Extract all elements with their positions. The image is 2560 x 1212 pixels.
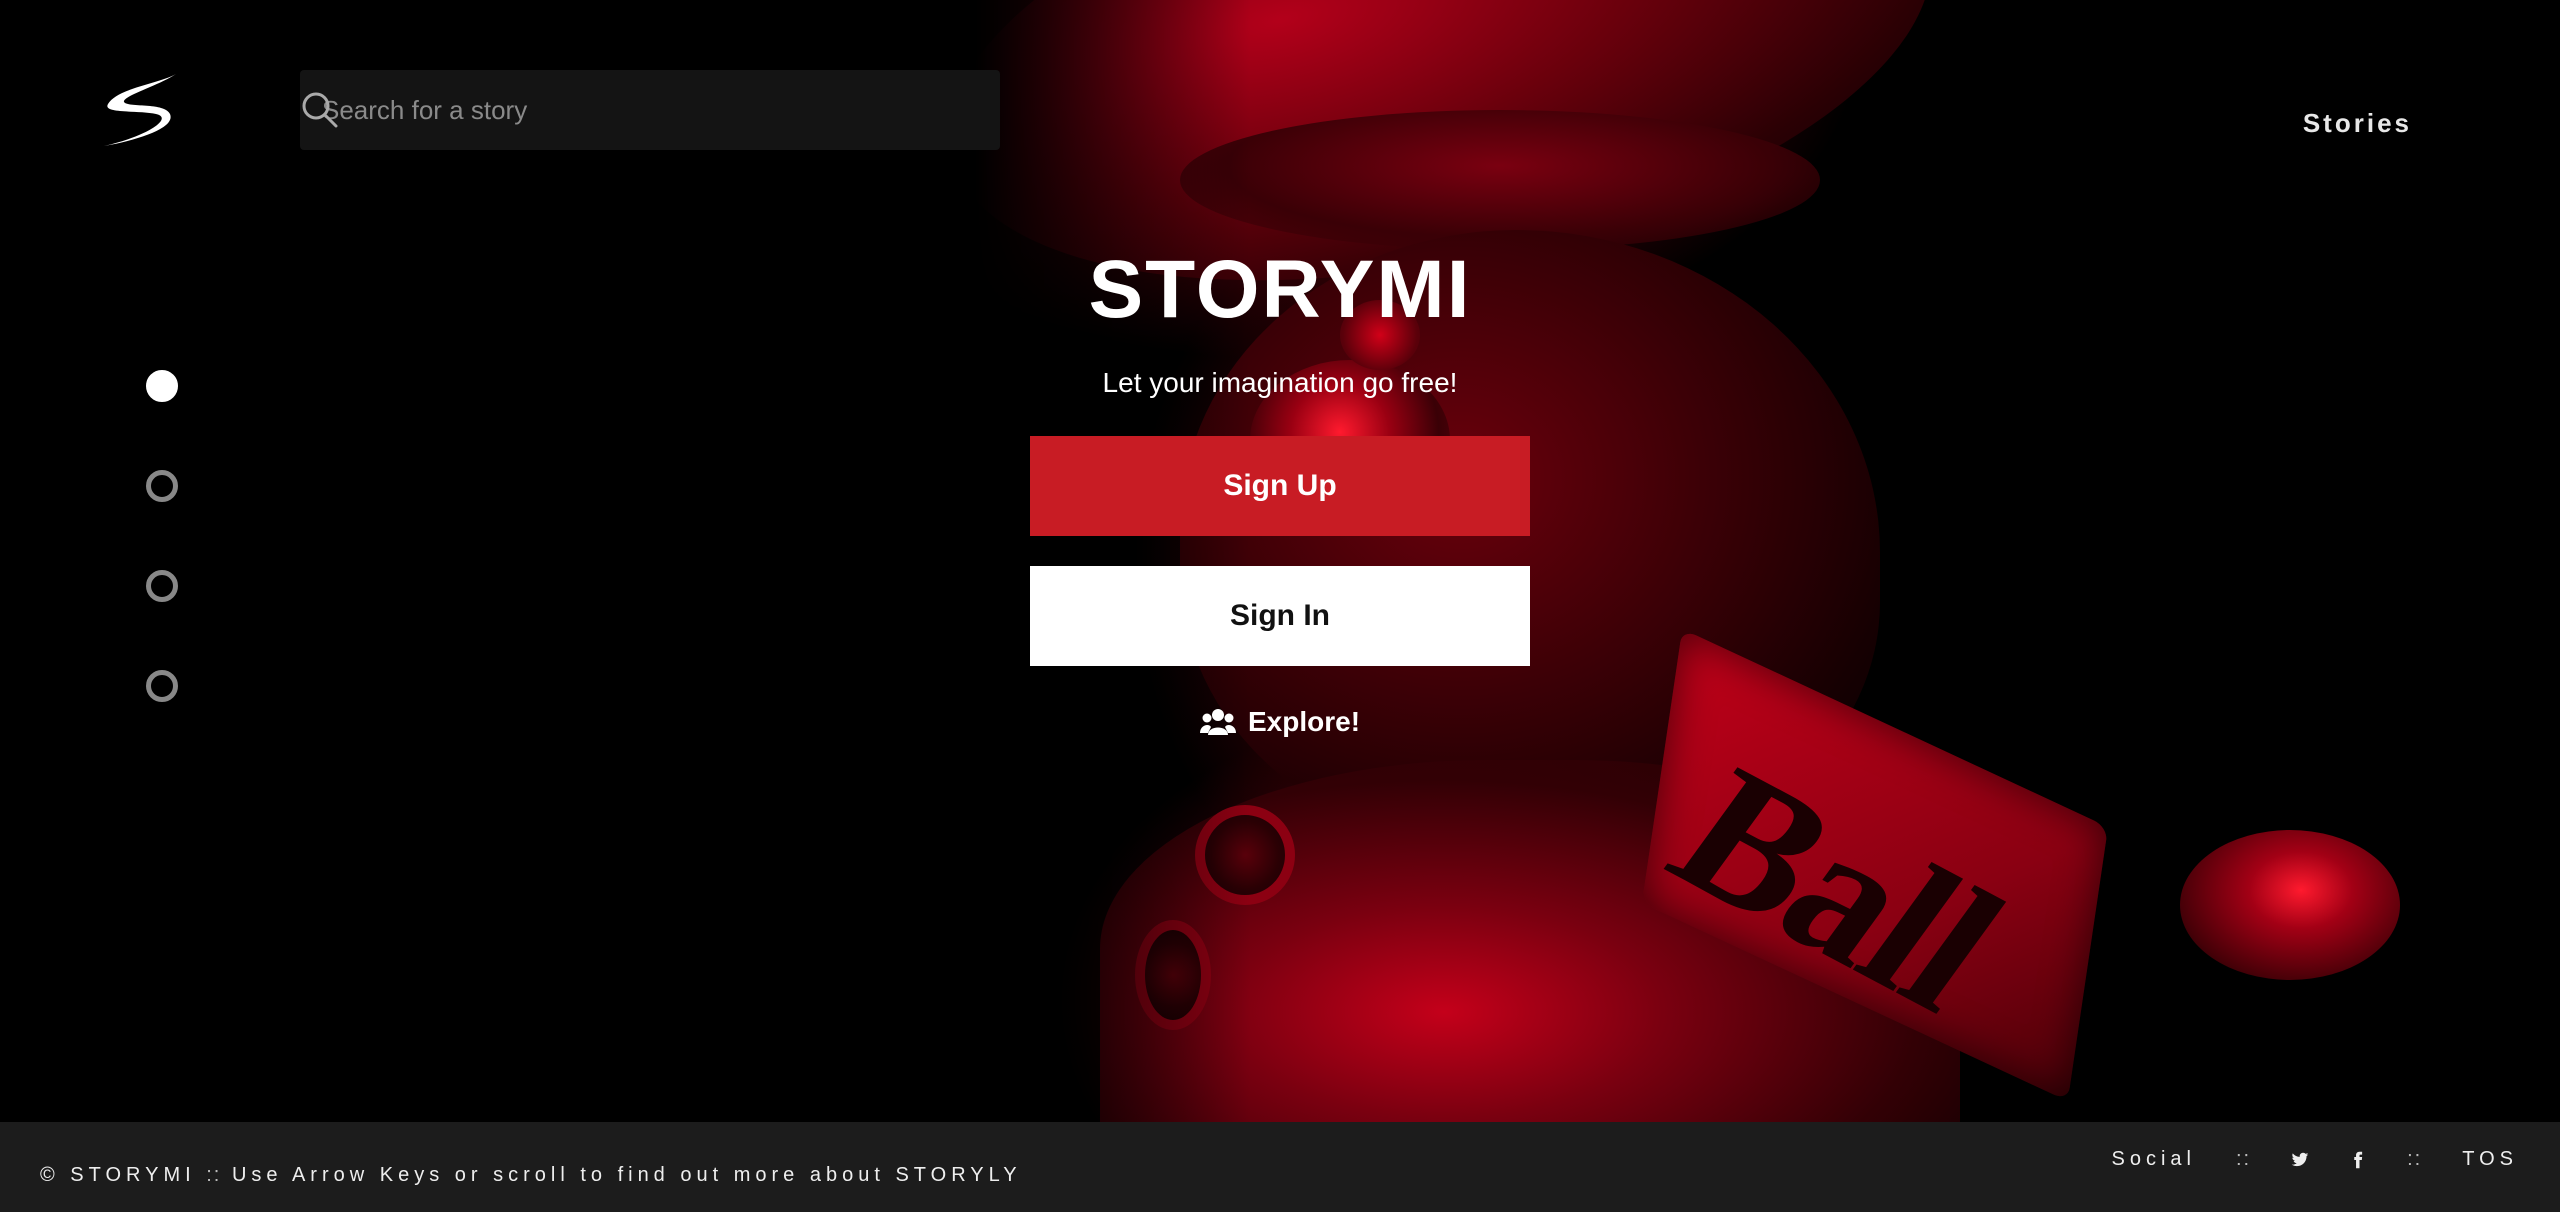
footer-separator: :: xyxy=(206,1164,222,1186)
explore-link[interactable]: Explore! xyxy=(1199,706,1361,738)
footer-copyright: © STORYMI xyxy=(40,1164,196,1186)
pager-dot-2[interactable] xyxy=(146,470,178,502)
footer-hint: Use Arrow Keys or scroll to find out mor… xyxy=(231,1164,1022,1186)
search-icon[interactable] xyxy=(300,90,340,130)
storymi-logo[interactable] xyxy=(98,70,182,150)
footer-separator: :: xyxy=(2235,1148,2252,1170)
pager-dot-1[interactable] xyxy=(146,370,178,402)
footer-social-label: Social xyxy=(2111,1148,2196,1170)
footer-separator: :: xyxy=(2407,1148,2423,1170)
figure-knob xyxy=(2180,830,2400,980)
figure-hat-brim xyxy=(1180,110,1820,250)
tagline: Let your imagination go free! xyxy=(1102,367,1458,398)
nav-stories-link[interactable]: Stories xyxy=(2303,108,2412,139)
pager-dot-4[interactable] xyxy=(146,670,178,702)
hero-content: STORYMI Let your imagination go free! Si… xyxy=(1030,240,1530,742)
sign-up-button[interactable]: Sign Up xyxy=(1030,436,1530,536)
tos-link[interactable]: TOS xyxy=(2462,1148,2518,1171)
footer-links: Social :: :: TOS xyxy=(2112,1148,2519,1171)
page: Ball Stories STORYMI Let your imaginatio… xyxy=(0,0,2560,1212)
footer: © STORYMI :: Use Arrow Keys or scroll to… xyxy=(0,1122,2560,1212)
sign-in-button[interactable]: Sign In xyxy=(1030,566,1530,666)
footer-notice: © STORYMI :: Use Arrow Keys or scroll to… xyxy=(40,1164,1022,1187)
users-icon xyxy=(1199,709,1236,735)
pager-dot-3[interactable] xyxy=(146,570,178,602)
explore-label: Explore! xyxy=(1247,706,1361,737)
twitter-icon[interactable] xyxy=(2291,1151,2309,1169)
search-input[interactable] xyxy=(300,69,984,151)
page-title: STORYMI xyxy=(1088,244,1472,335)
facebook-icon[interactable] xyxy=(2349,1151,2367,1169)
search-bar xyxy=(300,69,1000,151)
